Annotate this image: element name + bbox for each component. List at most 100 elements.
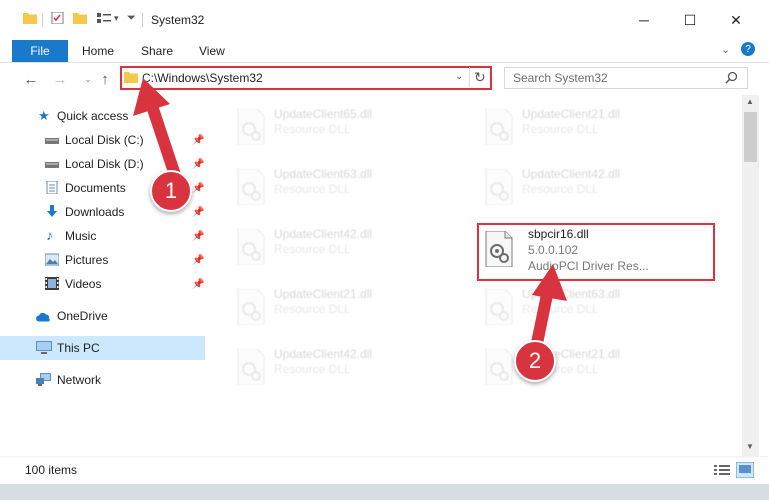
dll-file-icon — [485, 169, 513, 205]
maximize-button[interactable]: ☐ — [678, 8, 702, 32]
drive-icon — [45, 162, 59, 168]
file-tile[interactable]: UpdateClient21.dll Resource DLL — [230, 283, 450, 339]
file-tile[interactable]: UpdateClient21.dll Resource DLL — [478, 103, 708, 159]
recent-locations-icon[interactable]: ⌄ — [79, 70, 97, 88]
scroll-up-icon[interactable]: ▲ — [746, 97, 754, 106]
file-type: Resource DLL — [274, 302, 351, 316]
expand-ribbon-icon[interactable]: ⌄ — [721, 43, 730, 56]
file-tile[interactable]: UpdateClient42.dll Resource DLL — [478, 163, 708, 219]
scroll-down-icon[interactable]: ▼ — [746, 442, 754, 451]
folder-icon — [124, 72, 138, 83]
pin-icon: 📌 — [192, 206, 205, 218]
large-icons-view-icon[interactable] — [736, 462, 754, 478]
sidebar-item-label: Videos — [65, 277, 102, 291]
network-icon — [36, 373, 51, 386]
sidebar-item-label: Quick access — [57, 109, 129, 123]
folder-icon[interactable] — [23, 12, 37, 24]
sidebar-item-network[interactable]: Network — [0, 369, 208, 391]
dll-file-icon — [237, 229, 265, 265]
computer-icon — [36, 341, 52, 354]
details-view-icon[interactable] — [714, 464, 730, 477]
sidebar-item-quick-access[interactable]: ★ Quick access — [0, 105, 208, 127]
up-arrow-icon[interactable]: ↑ — [96, 70, 114, 88]
pictures-icon — [45, 253, 59, 266]
search-icon[interactable] — [725, 71, 738, 84]
view-options-icon[interactable] — [97, 12, 111, 24]
file-name: UpdateClient65.dll — [274, 107, 373, 121]
sidebar-item-pictures[interactable]: Pictures 📌 — [0, 249, 208, 271]
close-button[interactable]: ✕ — [724, 8, 748, 32]
pin-icon: 📌 — [192, 278, 205, 290]
videos-icon — [45, 277, 59, 290]
address-dropdown-icon[interactable]: ⌄ — [455, 71, 463, 82]
dll-file-icon — [237, 289, 265, 325]
sidebar-item-label: This PC — [57, 341, 100, 355]
pin-icon: 📌 — [192, 254, 205, 266]
documents-icon — [46, 181, 58, 194]
scroll-thumb[interactable] — [744, 112, 757, 162]
sidebar-item-this-pc[interactable]: This PC — [0, 336, 205, 360]
refresh-icon[interactable]: ↻ — [474, 69, 486, 86]
file-name: sbpcir16.dll — [528, 227, 589, 241]
pin-icon: 📌 — [192, 230, 205, 242]
sidebar-item-label: Local Disk (D:) — [65, 157, 144, 171]
file-tile[interactable]: UpdateClient63.dll Resource DLL — [478, 283, 708, 339]
sidebar-item-videos[interactable]: Videos 📌 — [0, 273, 208, 295]
file-type: Resource DLL — [274, 122, 351, 136]
file-tile[interactable]: UpdateClient42.dll Resource DLL — [230, 223, 450, 279]
tab-share[interactable]: Share — [141, 40, 173, 62]
file-type: Resource DLL — [522, 122, 599, 136]
file-name: UpdateClient63.dll — [522, 287, 621, 301]
file-tile[interactable]: UpdateClient42.dll Resource DLL — [230, 343, 450, 399]
title-divider — [142, 13, 143, 27]
dll-file-icon — [237, 169, 265, 205]
customize-toolbar-icon[interactable]: ⏷ — [127, 12, 136, 25]
file-type: Resource DLL — [274, 242, 351, 256]
annotation-badge-2: 2 — [514, 340, 556, 382]
minimize-button[interactable]: ─ — [632, 8, 656, 32]
tab-home[interactable]: Home — [82, 40, 114, 62]
file-tile[interactable]: UpdateClient65.dll Resource DLL — [230, 103, 450, 159]
sidebar-item-label: Pictures — [65, 253, 109, 267]
file-name: UpdateClient42.dll — [274, 347, 373, 361]
file-name: UpdateClient42.dll — [522, 167, 621, 181]
file-type: Resource DLL — [274, 182, 351, 196]
file-description: AudioPCI Driver Res... — [528, 259, 649, 273]
file-version: 5.0.0.102 — [528, 243, 579, 257]
window-title: System32 — [151, 13, 205, 27]
dll-file-icon — [485, 349, 513, 385]
properties-icon[interactable] — [51, 12, 65, 24]
back-arrow-icon[interactable]: ← — [22, 70, 40, 88]
annotation-badge-1: 1 — [150, 170, 192, 212]
sidebar-item-label: Network — [57, 373, 102, 387]
file-name: UpdateClient63.dll — [274, 167, 373, 181]
file-name: UpdateClient21.dll — [274, 287, 373, 301]
status-bar — [0, 456, 769, 485]
sidebar-item-label: Music — [65, 229, 97, 243]
ribbon-bar — [0, 40, 769, 63]
new-folder-icon[interactable] — [73, 12, 87, 24]
sidebar-item-label: Local Disk (C:) — [65, 133, 144, 147]
pin-icon: 📌 — [192, 182, 205, 194]
file-type: Resource DLL — [522, 302, 599, 316]
sidebar-item-local-disk-c[interactable]: Local Disk (C:) 📌 — [0, 129, 208, 151]
file-tile[interactable]: UpdateClient21.dll Resource DLL — [478, 343, 708, 399]
file-name: UpdateClient42.dll — [274, 227, 373, 241]
chevron-down-icon[interactable]: ▾ — [114, 13, 119, 24]
file-type: Resource DLL — [274, 362, 351, 376]
sidebar-item-onedrive[interactable]: OneDrive — [0, 305, 208, 327]
file-tile[interactable]: UpdateClient63.dll Resource DLL — [230, 163, 450, 219]
tab-view[interactable]: View — [199, 40, 225, 62]
title-divider — [42, 13, 43, 27]
dll-file-icon — [237, 109, 265, 145]
forward-arrow-icon[interactable]: → — [51, 70, 69, 88]
pin-icon: 📌 — [192, 134, 205, 146]
dll-file-icon — [485, 289, 513, 325]
address-path[interactable]: C:\Windows\System32 — [142, 71, 263, 85]
sidebar-item-music[interactable]: ♪ Music 📌 — [0, 225, 208, 247]
sidebar-item-label: Documents — [65, 181, 126, 195]
cloud-icon — [36, 312, 50, 322]
help-icon[interactable]: ? — [741, 42, 755, 56]
tab-file[interactable]: File — [12, 40, 68, 62]
file-tile-sbpcir16[interactable]: sbpcir16.dll 5.0.0.102 AudioPCI Driver R… — [477, 223, 715, 281]
